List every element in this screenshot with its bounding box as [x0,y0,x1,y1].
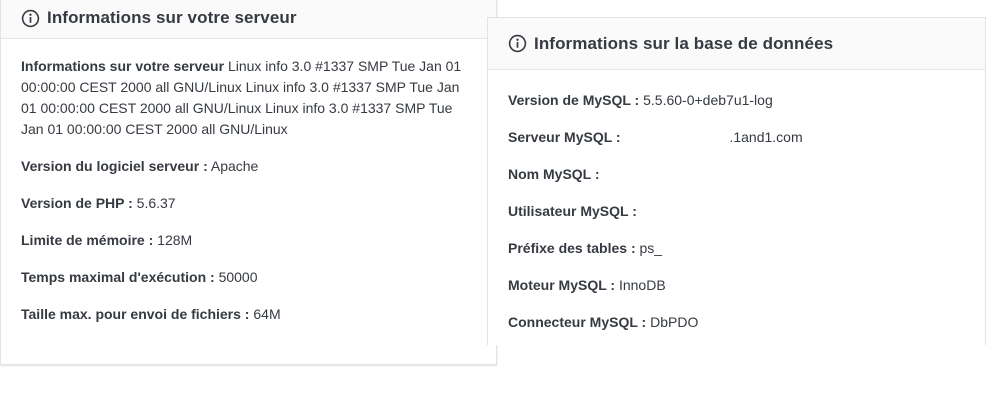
max-execution-time-value: 50000 [218,269,258,285]
info-circle-icon [21,9,40,27]
database-info-panel: Informations sur la base de données Vers… [487,17,986,345]
mysql-connector-row: Connecteur MySQL : DbPDO [508,312,965,349]
server-info-body: Informations sur votre serveur Linux inf… [1,39,496,325]
table-prefix-row: Préfixe des tables : ps_ [508,238,965,275]
mysql-name-row: Nom MySQL : [508,164,965,201]
server-software-row: Version du logiciel serveur : Apache [21,156,476,177]
mysql-server-value: .1and1.com [729,129,803,145]
memory-limit-value: 128M [157,232,193,248]
info-circle-icon [508,34,527,53]
server-software-label: Version du logiciel serveur : [21,158,208,174]
server-info-row: Informations sur votre serveur Linux inf… [21,56,476,140]
mysql-connector-value: DbPDO [650,314,699,330]
mysql-server-label: Serveur MySQL : [508,129,621,145]
php-version-row: Version de PHP : 5.6.37 [21,193,476,214]
mysql-engine-row: Moteur MySQL : InnoDB [508,275,965,312]
upload-max-size-label: Taille max. pour envoi de fichiers : [21,306,250,322]
max-execution-time-row: Temps maximal d'exécution : 50000 [21,267,476,288]
upload-max-size-row: Taille max. pour envoi de fichiers : 64M [21,304,476,325]
mysql-engine-label: Moteur MySQL : [508,277,616,293]
php-version-label: Version de PHP : [21,195,133,211]
php-version-value: 5.6.37 [136,195,176,211]
max-execution-time-label: Temps maximal d'exécution : [21,269,215,285]
mysql-engine-value: InnoDB [618,277,666,293]
server-info-label: Informations sur votre serveur [21,58,225,74]
server-info-title: Informations sur votre serveur [47,8,297,27]
server-software-value: Apache [210,158,259,174]
memory-limit-label: Limite de mémoire : [21,232,154,248]
table-prefix-label: Préfixe des tables : [508,240,636,256]
mysql-version-value: 5.5.60-0+deb7u1-log [643,92,773,108]
database-info-body: Version de MySQL : 5.5.60-0+deb7u1-log S… [488,70,985,349]
mysql-name-label: Nom MySQL : [508,166,600,182]
memory-limit-row: Limite de mémoire : 128M [21,230,476,251]
mysql-version-row: Version de MySQL : 5.5.60-0+deb7u1-log [508,90,965,127]
table-prefix-value: ps_ [639,240,663,256]
database-info-title: Informations sur la base de données [534,33,834,53]
mysql-user-row: Utilisateur MySQL : [508,201,965,238]
mysql-server-row: Serveur MySQL : .1and1.com [508,127,965,164]
database-info-header: Informations sur la base de données [488,18,985,70]
server-info-panel: Informations sur votre serveur Informati… [0,0,497,365]
mysql-version-label: Version de MySQL : [508,92,640,108]
mysql-user-label: Utilisateur MySQL : [508,203,637,219]
mysql-connector-label: Connecteur MySQL : [508,314,647,330]
upload-max-size-value: 64M [253,306,281,322]
server-info-header: Informations sur votre serveur [1,0,496,39]
